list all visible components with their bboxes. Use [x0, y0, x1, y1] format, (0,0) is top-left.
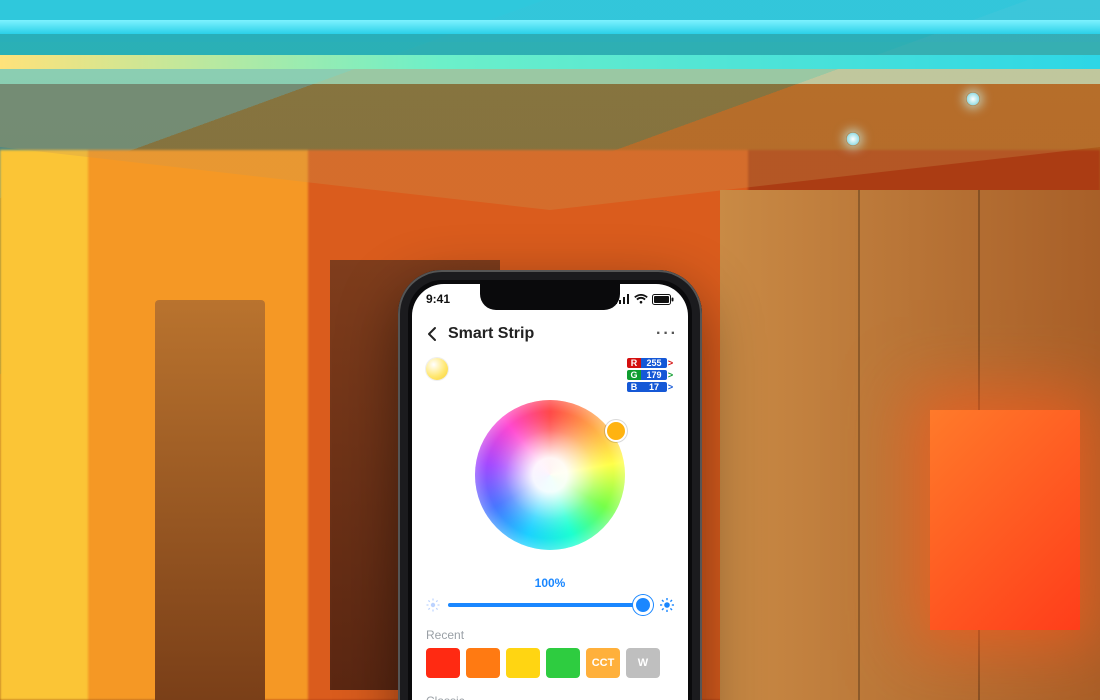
color-swatch[interactable]: W — [626, 648, 660, 678]
color-swatch[interactable] — [426, 648, 460, 678]
chevron-right-icon: > — [667, 358, 674, 368]
app-content: R 255 > G 179 > B 17 > — [412, 354, 688, 700]
chevron-right-icon: > — [667, 370, 674, 380]
chevron-right-icon: > — [667, 382, 674, 392]
status-indicators — [615, 294, 674, 305]
more-button[interactable]: ··· — [656, 325, 678, 343]
brightness-percent: 100% — [426, 576, 674, 590]
rgb-g-label: G — [627, 370, 641, 380]
room-photo-backdrop: 9:41 Smart Strip ··· — [0, 0, 1100, 700]
rgb-r-value: 255 — [641, 358, 667, 368]
status-time: 9:41 — [426, 292, 450, 306]
color-wheel[interactable] — [475, 400, 625, 550]
color-wheel-thumb[interactable] — [605, 420, 627, 442]
rgb-g-value: 179 — [641, 370, 667, 380]
color-swatch[interactable]: CCT — [586, 648, 620, 678]
bulb-preview-icon[interactable] — [426, 358, 448, 380]
color-swatch[interactable] — [506, 648, 540, 678]
wardrobe-seam — [858, 190, 860, 700]
phone-screen: 9:41 Smart Strip ··· — [412, 284, 688, 700]
back-button[interactable] — [422, 323, 444, 345]
recent-section: Recent CCTW — [426, 628, 674, 678]
app-bar: Smart Strip ··· — [412, 314, 688, 354]
brightness-high-icon — [660, 598, 674, 612]
led-cove-lower — [0, 55, 1100, 69]
classic-section: Classic — [426, 694, 674, 700]
color-swatch[interactable] — [546, 648, 580, 678]
recent-swatches: CCTW — [426, 648, 674, 678]
rgb-r-label: R — [627, 358, 641, 368]
led-cove-upper — [0, 20, 1100, 34]
recent-label: Recent — [426, 628, 674, 642]
rgb-b-value: 17 — [641, 382, 667, 392]
phone-notch — [480, 284, 620, 310]
classic-label: Classic — [426, 694, 674, 700]
arrow-left-icon — [424, 325, 442, 343]
door — [155, 300, 265, 700]
rgb-readout[interactable]: R 255 > G 179 > B 17 > — [627, 358, 674, 392]
page-title: Smart Strip — [448, 325, 534, 343]
wifi-icon — [634, 294, 648, 304]
downlight-icon — [846, 132, 860, 146]
color-swatch[interactable] — [466, 648, 500, 678]
tv-glow — [930, 410, 1080, 630]
rgb-b-label: B — [627, 382, 641, 392]
downlight-icon — [966, 92, 980, 106]
brightness-low-icon — [426, 598, 440, 612]
battery-icon — [652, 294, 674, 305]
phone-frame: 9:41 Smart Strip ··· — [398, 270, 702, 700]
brightness-slider-thumb[interactable] — [633, 595, 653, 615]
brightness-slider[interactable] — [448, 603, 652, 607]
